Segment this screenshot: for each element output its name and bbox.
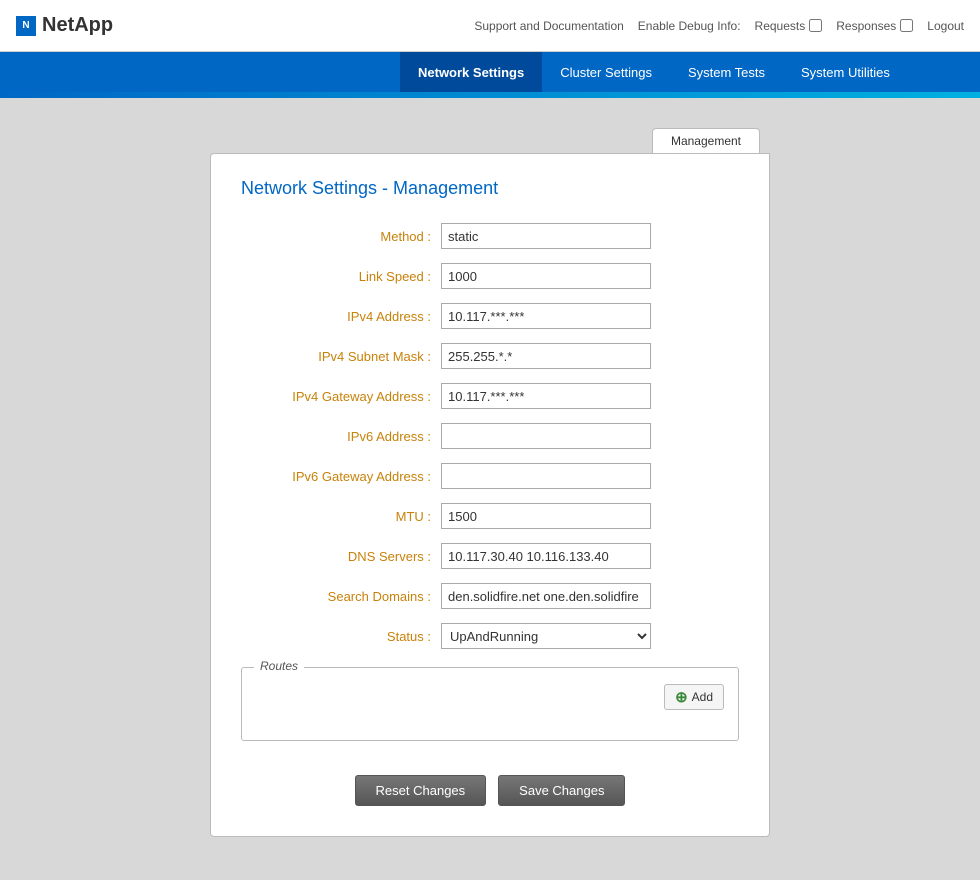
input-search-domains[interactable] — [441, 583, 651, 609]
add-route-button[interactable]: ⊕ Add — [664, 684, 724, 710]
requests-checkbox[interactable] — [809, 19, 822, 32]
form-row-search-domains: Search Domains : — [241, 583, 739, 609]
form-row-ipv6-address: IPv6 Address : — [241, 423, 739, 449]
card-title: Network Settings - Management — [241, 178, 739, 199]
input-ipv6-gateway[interactable] — [441, 463, 651, 489]
tab-row: Management — [210, 128, 770, 153]
routes-legend: Routes — [254, 659, 304, 673]
input-method[interactable] — [441, 223, 651, 249]
routes-section: Routes ⊕ Add — [241, 667, 739, 741]
input-ipv6-address[interactable] — [441, 423, 651, 449]
input-mtu[interactable] — [441, 503, 651, 529]
top-right-links: Support and Documentation Enable Debug I… — [474, 19, 964, 33]
form-row-mtu: MTU : — [241, 503, 739, 529]
nav-bar: Network Settings Cluster Settings System… — [0, 52, 980, 92]
form-row-ipv4-address: IPv4 Address : — [241, 303, 739, 329]
debug-label: Enable Debug Info: — [638, 19, 741, 33]
label-status: Status : — [241, 629, 441, 644]
plus-icon: ⊕ — [675, 688, 688, 706]
responses-group: Responses — [836, 19, 913, 33]
netapp-logo-icon: N — [16, 16, 36, 36]
input-link-speed[interactable] — [441, 263, 651, 289]
requests-group: Requests — [755, 19, 823, 33]
label-ipv4-subnet: IPv4 Subnet Mask : — [241, 349, 441, 364]
reset-changes-button[interactable]: Reset Changes — [355, 775, 487, 806]
select-status[interactable]: UpAndRunning Down Disabled — [441, 623, 651, 649]
add-label: Add — [692, 690, 713, 704]
label-ipv4-gateway: IPv4 Gateway Address : — [241, 389, 441, 404]
card: Network Settings - Management Method : L… — [210, 153, 770, 837]
label-ipv6-gateway: IPv6 Gateway Address : — [241, 469, 441, 484]
form-row-link-speed: Link Speed : — [241, 263, 739, 289]
label-ipv4-address: IPv4 Address : — [241, 309, 441, 324]
form-row-status: Status : UpAndRunning Down Disabled — [241, 623, 739, 649]
nav-network-settings[interactable]: Network Settings — [400, 52, 542, 92]
input-ipv4-subnet[interactable] — [441, 343, 651, 369]
routes-container: Routes ⊕ Add — [241, 663, 739, 761]
label-ipv6-address: IPv6 Address : — [241, 429, 441, 444]
label-mtu: MTU : — [241, 509, 441, 524]
nav-system-tests[interactable]: System Tests — [670, 52, 783, 92]
label-method: Method : — [241, 229, 441, 244]
input-ipv4-address[interactable] — [441, 303, 651, 329]
logo-text: NetApp — [42, 14, 113, 37]
label-dns-servers: DNS Servers : — [241, 549, 441, 564]
form-row-dns-servers: DNS Servers : — [241, 543, 739, 569]
requests-label: Requests — [755, 19, 806, 33]
main-content: Management Network Settings - Management… — [0, 98, 980, 867]
logout-link[interactable]: Logout — [927, 19, 964, 33]
input-dns-servers[interactable] — [441, 543, 651, 569]
support-link[interactable]: Support and Documentation — [474, 19, 623, 33]
input-ipv4-gateway[interactable] — [441, 383, 651, 409]
responses-checkbox[interactable] — [900, 19, 913, 32]
nav-system-utilities[interactable]: System Utilities — [783, 52, 908, 92]
responses-label: Responses — [836, 19, 896, 33]
label-link-speed: Link Speed : — [241, 269, 441, 284]
card-wrapper: Management Network Settings - Management… — [210, 128, 770, 837]
top-bar: N NetApp Support and Documentation Enabl… — [0, 0, 980, 52]
action-row: Reset Changes Save Changes — [241, 775, 739, 806]
label-search-domains: Search Domains : — [241, 589, 441, 604]
form-row-method: Method : — [241, 223, 739, 249]
save-changes-button[interactable]: Save Changes — [498, 775, 625, 806]
routes-inner: ⊕ Add — [256, 678, 724, 726]
form-row-ipv4-subnet: IPv4 Subnet Mask : — [241, 343, 739, 369]
form-row-ipv6-gateway: IPv6 Gateway Address : — [241, 463, 739, 489]
logo-area: N NetApp — [16, 14, 113, 37]
tab-management[interactable]: Management — [652, 128, 760, 153]
nav-cluster-settings[interactable]: Cluster Settings — [542, 52, 670, 92]
form-row-ipv4-gateway: IPv4 Gateway Address : — [241, 383, 739, 409]
